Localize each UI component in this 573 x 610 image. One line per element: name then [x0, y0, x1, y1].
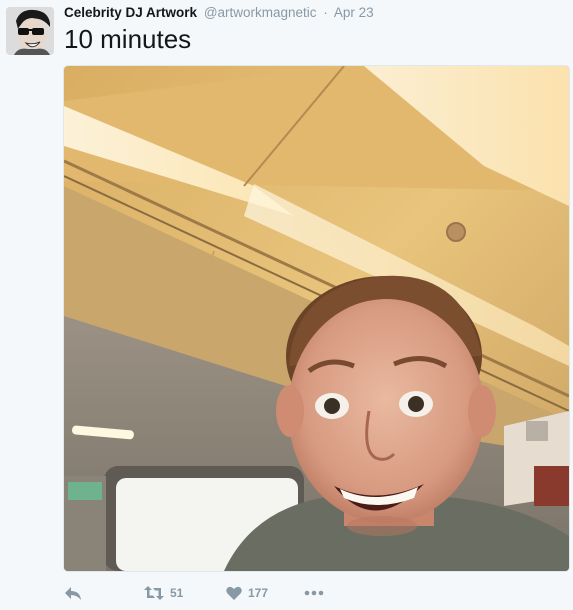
avatar[interactable]: [6, 7, 54, 55]
avatar-photo: [6, 7, 54, 55]
separator-dot: ·: [323, 5, 328, 20]
user-handle[interactable]: @artworkmagnetic: [204, 5, 317, 20]
heart-icon: [226, 586, 242, 600]
selfie-photo: [64, 66, 569, 571]
tweet-actions: 51 177: [64, 582, 564, 604]
like-count: 177: [248, 586, 269, 600]
retweet-icon: [144, 586, 164, 600]
like-button[interactable]: 177: [226, 582, 268, 604]
reply-button[interactable]: [64, 582, 82, 604]
more-button[interactable]: [304, 582, 324, 604]
tweet-date[interactable]: Apr 23: [334, 5, 374, 20]
display-name[interactable]: Celebrity DJ Artwork: [64, 5, 197, 20]
tweet-header: Celebrity DJ Artwork @artworkmagnetic · …: [64, 5, 374, 21]
more-icon: [304, 590, 324, 596]
tweet-media[interactable]: [63, 65, 570, 572]
retweet-button[interactable]: 51: [144, 582, 183, 604]
reply-icon: [65, 587, 81, 600]
tweet: Celebrity DJ Artwork @artworkmagnetic · …: [0, 0, 573, 610]
retweet-count: 51: [170, 586, 184, 600]
tweet-text: 10 minutes: [64, 24, 192, 54]
